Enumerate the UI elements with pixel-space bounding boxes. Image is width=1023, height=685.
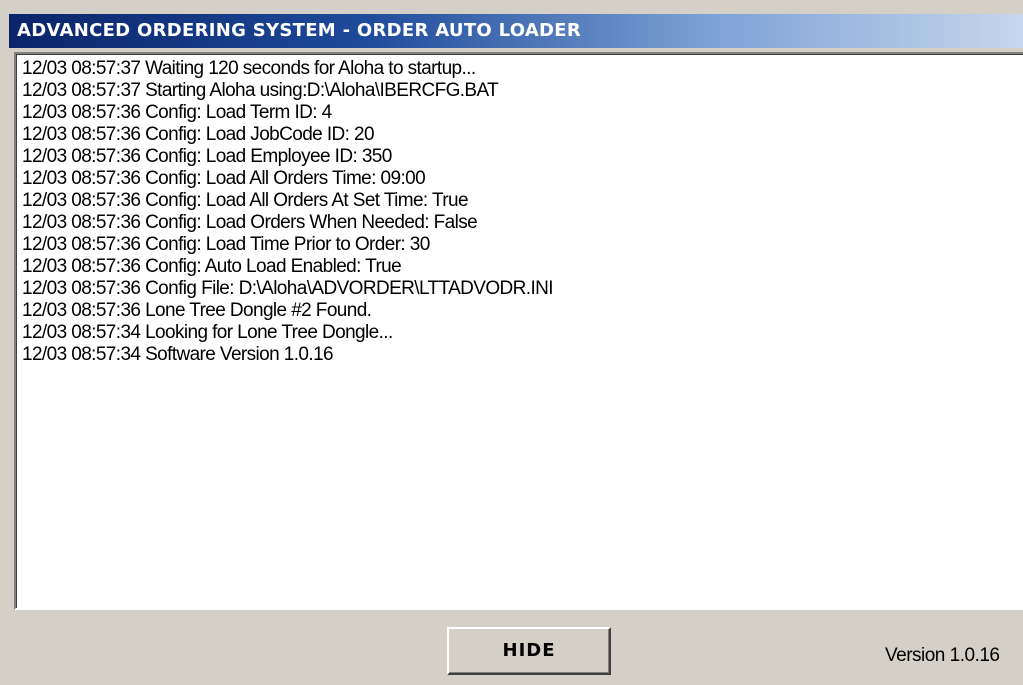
log-entry[interactable]: 12/03 08:57:34 Looking for Lone Tree Don…	[22, 322, 1023, 344]
log-entry[interactable]: 12/03 08:57:36 Config: Load All Orders T…	[22, 168, 1023, 190]
app-window: ADVANCED ORDERING SYSTEM - ORDER AUTO LO…	[0, 0, 1023, 685]
log-entry[interactable]: 12/03 08:57:36 Config: Load Orders When …	[22, 212, 1023, 234]
window-title: ADVANCED ORDERING SYSTEM - ORDER AUTO LO…	[17, 20, 582, 41]
log-entry[interactable]: 12/03 08:57:36 Config: Load All Orders A…	[22, 190, 1023, 212]
log-entry[interactable]: 12/03 08:57:36 Config File: D:\Aloha\ADV…	[22, 278, 1023, 300]
hide-button[interactable]: HIDE	[447, 627, 611, 675]
log-entry[interactable]: 12/03 08:57:37 Starting Aloha using:D:\A…	[22, 80, 1023, 102]
log-entry[interactable]: 12/03 08:57:36 Config: Load Employee ID:…	[22, 146, 1023, 168]
log-entry[interactable]: 12/03 08:57:36 Config: Load Time Prior t…	[22, 234, 1023, 256]
log-entry[interactable]: 12/03 08:57:36 Config: Load JobCode ID: …	[22, 124, 1023, 146]
version-label: Version 1.0.16	[885, 645, 1000, 666]
log-entry[interactable]: 12/03 08:57:34 Software Version 1.0.16	[22, 344, 1023, 366]
log-entry[interactable]: 12/03 08:57:36 Lone Tree Dongle #2 Found…	[22, 300, 1023, 322]
log-entry[interactable]: 12/03 08:57:36 Config: Load Term ID: 4	[22, 102, 1023, 124]
log-entry[interactable]: 12/03 08:57:36 Config: Auto Load Enabled…	[22, 256, 1023, 278]
log-list-box[interactable]: 12/03 08:57:37 Waiting 120 seconds for A…	[14, 52, 1023, 610]
title-bar[interactable]: ADVANCED ORDERING SYSTEM - ORDER AUTO LO…	[9, 14, 1023, 48]
log-list: 12/03 08:57:37 Waiting 120 seconds for A…	[16, 54, 1023, 366]
log-entry[interactable]: 12/03 08:57:37 Waiting 120 seconds for A…	[22, 58, 1023, 80]
